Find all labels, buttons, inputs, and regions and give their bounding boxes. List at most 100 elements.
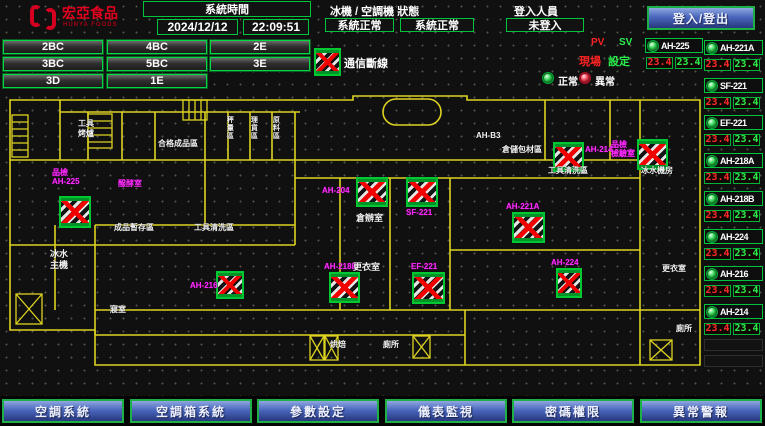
unit-name: AH-218B bbox=[720, 194, 754, 204]
menu-button-5[interactable]: 異常警報 bbox=[640, 399, 762, 423]
plan-unit-ef-221[interactable] bbox=[412, 272, 445, 304]
room-label-19: 更衣室 bbox=[662, 265, 686, 273]
floor-button-3bc[interactable]: 3BC bbox=[3, 57, 103, 71]
room-label-20: 廁所 bbox=[676, 325, 692, 333]
menu-button-0[interactable]: 空調系統 bbox=[2, 399, 124, 423]
unit-status-ah-218a[interactable]: AH-218A bbox=[704, 153, 763, 168]
unit-led-icon bbox=[707, 194, 717, 204]
logo: 宏亞食品 HUNYA FOODS bbox=[0, 0, 140, 37]
unit-status-ah-221a[interactable]: AH-221A bbox=[704, 40, 763, 55]
login-status: 未登入 bbox=[529, 17, 562, 33]
empty-slot bbox=[704, 355, 763, 367]
unit-led-icon bbox=[648, 41, 658, 51]
system-time-label: 系統時間 bbox=[205, 1, 249, 17]
unit-status-ef-221[interactable]: EF-221 bbox=[704, 115, 763, 130]
sv-label: SV bbox=[619, 37, 632, 48]
unit-name: AH-214 bbox=[720, 307, 748, 317]
unit-status-ah-216[interactable]: AH-216 bbox=[704, 266, 763, 281]
floor-button-5bc[interactable]: 5BC bbox=[107, 57, 207, 71]
plan-unit-ah-225[interactable] bbox=[59, 196, 91, 228]
room-label-5: 原料區 bbox=[272, 116, 279, 140]
floor-button-1e[interactable]: 1E bbox=[107, 74, 207, 88]
plan-unit-ah-218b[interactable] bbox=[329, 272, 360, 303]
unit-name: AH-218A bbox=[720, 156, 754, 166]
floor-button-4bc[interactable]: 4BC bbox=[107, 40, 207, 54]
room-label-11: 更衣室 bbox=[353, 263, 380, 272]
unit-name: AH-224 bbox=[720, 232, 748, 242]
floor-button-2e[interactable]: 2E bbox=[210, 40, 310, 54]
plan-unit-label-檢驗室: 品檢檢驗室 bbox=[611, 140, 635, 158]
system-time-label-box: 系統時間 bbox=[143, 1, 311, 17]
unit-status-ah-225[interactable]: AH-225 bbox=[645, 38, 703, 53]
plan-unit-ah-221a[interactable] bbox=[512, 212, 545, 243]
unit-pv-ah-214: 23.4 bbox=[704, 323, 731, 335]
room-label-14: 冰水 bbox=[50, 250, 68, 259]
unit-status-ah-214[interactable]: AH-214 bbox=[704, 304, 763, 319]
unit-pv-ah-225: 23.4 bbox=[646, 57, 673, 69]
room-label-6: AH-B3 bbox=[476, 132, 500, 140]
unit-led-icon bbox=[707, 156, 717, 166]
plan-unit-ah-224[interactable] bbox=[556, 268, 582, 298]
menu-button-4[interactable]: 密碼權限 bbox=[512, 399, 634, 423]
room-label-4: 理貨區 bbox=[250, 116, 257, 140]
unit-status-ah-224[interactable]: AH-224 bbox=[704, 229, 763, 244]
logo-title: 宏亞食品 bbox=[62, 6, 118, 20]
empty-slot bbox=[704, 339, 763, 351]
unit-led-icon bbox=[707, 269, 717, 279]
unit-sv-ah-218b: 23.4 bbox=[733, 210, 760, 222]
unit-sv-ah-216: 23.4 bbox=[733, 285, 760, 297]
unit-pv-ah-216: 23.4 bbox=[704, 285, 731, 297]
room-label-8: 工具清洗區 bbox=[548, 167, 588, 175]
comm-lost-legend-icon bbox=[314, 48, 341, 76]
room-label-10: 倉辦室 bbox=[356, 214, 383, 223]
stairs-symbols bbox=[12, 100, 672, 360]
normal-led-icon bbox=[543, 73, 553, 83]
time-value: 22:09:51 bbox=[252, 20, 300, 34]
unit-status-ah-218b[interactable]: AH-218B bbox=[704, 191, 763, 206]
pv-label: PV bbox=[591, 37, 604, 48]
normal-label: 正常 bbox=[558, 73, 578, 88]
abnormal-label: 異常 bbox=[595, 73, 615, 88]
unit-led-icon bbox=[707, 43, 717, 53]
room-label-15: 主機 bbox=[50, 261, 68, 270]
unit-pv-ah-218b: 23.4 bbox=[704, 210, 731, 222]
unit-sv-ah-224: 23.4 bbox=[733, 248, 760, 260]
plan-unit-ah-204[interactable] bbox=[356, 177, 388, 207]
plan-unit-label-ah-204: AH-204 bbox=[322, 186, 350, 195]
unit-pv-ef-221: 23.4 bbox=[704, 134, 731, 146]
chiller-status-box: 系統正常 bbox=[325, 18, 394, 32]
menu-button-3[interactable]: 儀表監視 bbox=[385, 399, 507, 423]
menu-button-1[interactable]: 空調箱系統 bbox=[130, 399, 252, 423]
menu-button-2[interactable]: 參數設定 bbox=[257, 399, 379, 423]
logo-icon bbox=[30, 5, 56, 31]
hmi-screen: 宏亞食品 HUNYA FOODS 系統時間 2024/12/12 22:09:5… bbox=[0, 0, 765, 426]
floor-button-3d[interactable]: 3D bbox=[3, 74, 103, 88]
date-value: 2024/12/12 bbox=[167, 20, 227, 34]
unit-pv-ah-221a: 23.4 bbox=[704, 59, 731, 71]
floor-button-3e[interactable]: 3E bbox=[210, 57, 310, 71]
unit-led-icon bbox=[707, 232, 717, 242]
room-label-3: 秤量區 bbox=[226, 116, 233, 140]
unit-name: AH-225 bbox=[661, 41, 689, 51]
bottom-menu-bar: 空調系統空調箱系統參數設定儀表監視密碼權限異常警報 bbox=[0, 396, 765, 426]
ahu-status-box: 系統正常 bbox=[400, 18, 474, 32]
floor-button-2bc[interactable]: 2BC bbox=[3, 40, 103, 54]
room-label-16: 寢室 bbox=[110, 306, 126, 314]
login-logout-button[interactable]: 登入/登出 bbox=[647, 6, 755, 30]
plan-unit-label-ah-214: AH-214 bbox=[585, 145, 613, 154]
room-label-17: 烘焙 bbox=[330, 341, 346, 349]
unit-status-sf-221[interactable]: SF-221 bbox=[704, 78, 763, 93]
unit-name: EF-221 bbox=[720, 118, 747, 128]
plan-unit-label-ef-221: EF-221 bbox=[411, 262, 437, 271]
login-status-box: 未登入 bbox=[506, 18, 584, 32]
chiller-status: 系統正常 bbox=[338, 17, 382, 33]
room-label-12: 成品暫存區 bbox=[114, 224, 154, 232]
room-label-9: 冰水機房 bbox=[641, 167, 673, 175]
time-box: 22:09:51 bbox=[243, 19, 309, 35]
date-box: 2024/12/12 bbox=[157, 19, 238, 35]
plan-unit-sf-221[interactable] bbox=[406, 177, 438, 207]
room-label-7: 倉儲包材區 bbox=[502, 146, 542, 154]
plan-unit-ah-216[interactable] bbox=[216, 271, 244, 299]
sv-text-label: 設定 bbox=[608, 53, 630, 69]
plan-unit-label-ah-224: AH-224 bbox=[551, 258, 579, 267]
